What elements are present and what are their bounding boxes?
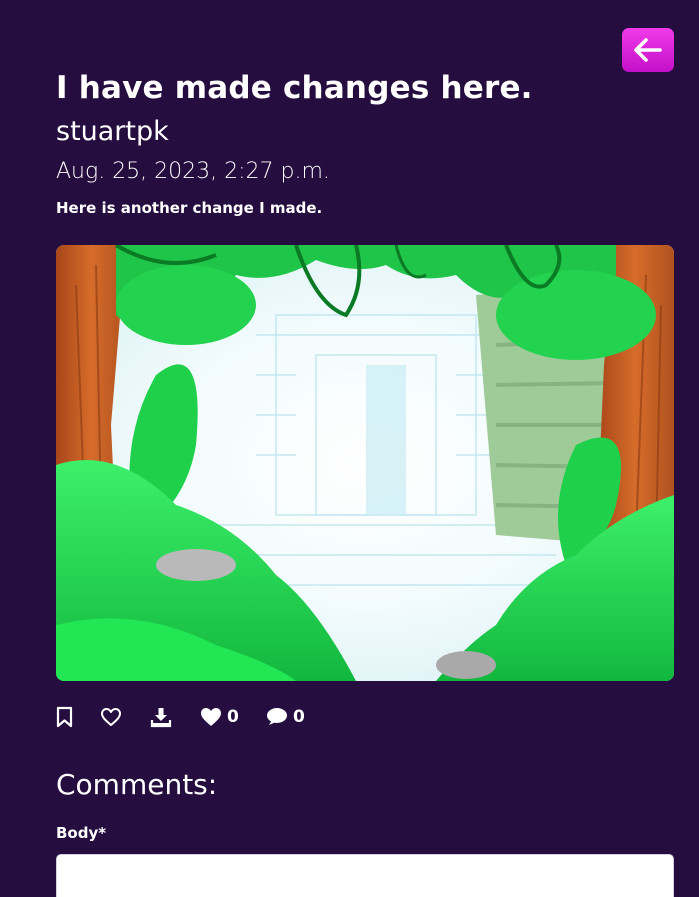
comments-count: 0: [293, 707, 305, 727]
post-author[interactable]: stuartpk: [56, 116, 169, 147]
jungle-temple-illustration: [56, 245, 674, 681]
comments-heading: Comments:: [56, 768, 218, 801]
comments-counter[interactable]: 0: [266, 703, 305, 731]
favorite-button[interactable]: [100, 703, 122, 731]
download-button[interactable]: [150, 703, 172, 731]
bookmark-button[interactable]: [56, 703, 73, 731]
bookmark-icon: [56, 706, 73, 728]
comment-icon: [267, 708, 287, 725]
heart-outline-icon: [101, 708, 121, 726]
post-description: Here is another change I made.: [56, 199, 323, 217]
post-actions-bar: 0 0: [56, 703, 376, 731]
post-detail-page: I have made changes here. stuartpk Aug. …: [0, 0, 699, 897]
comment-body-input[interactable]: [56, 854, 674, 897]
post-title: I have made changes here.: [56, 70, 533, 106]
body-field-label: Body*: [56, 824, 107, 842]
download-icon: [150, 708, 172, 728]
back-button[interactable]: [622, 28, 674, 72]
heart-filled-icon: [201, 708, 221, 726]
likes-counter[interactable]: 0: [200, 703, 239, 731]
likes-count: 0: [227, 707, 239, 727]
post-artwork-image[interactable]: [56, 245, 674, 681]
post-date: Aug. 25, 2023, 2:27 p.m.: [56, 159, 330, 184]
arrow-left-icon: [634, 38, 662, 62]
